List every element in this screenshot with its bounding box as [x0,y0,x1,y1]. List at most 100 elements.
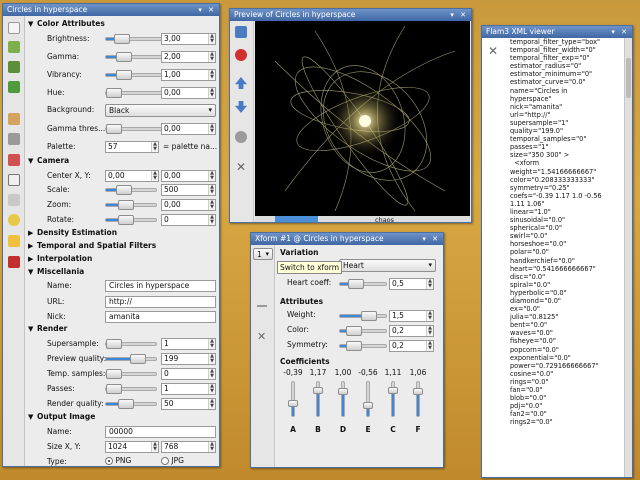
preview-quality-row: Preview quality: 199 ▲ ▼ [26,353,219,365]
section-color-attributes[interactable]: ▼ Color Attributes [28,19,105,28]
palette-spin[interactable]: 57 ▲ ▼ [105,141,159,153]
save-icon[interactable] [8,61,20,73]
xml-line: estimator_minimum="0" [510,70,593,79]
xml-line: linear="1.0" [510,207,551,216]
gamma-threshold-spin[interactable]: 0,00 ▲ ▼ [161,123,216,135]
delete-xform-icon[interactable]: ✕ [257,330,266,343]
exit-icon[interactable] [8,256,20,268]
star-icon[interactable] [8,235,20,247]
coef-slider[interactable] [288,381,298,417]
weight-spin[interactable]: 1,5 ▲ ▼ [389,310,434,322]
save-as-icon[interactable] [8,81,20,93]
jpg-radio[interactable]: JPG [161,456,184,465]
section-camera[interactable]: ▼ Camera [28,156,69,165]
size-y-spin[interactable]: 768 ▲ ▼ [161,441,216,453]
preview-window: Preview of Circles in hyperspace ▾ ✕ ✕ c… [229,8,472,223]
heart-coeff-spin[interactable]: 0,5 ▲ ▼ [389,278,434,290]
section-interpolation[interactable]: ▶ Interpolation [28,254,92,263]
attributes-heading: Attributes [280,297,324,306]
preview-quality-slider[interactable] [105,354,157,364]
variation-combo[interactable]: Heart ▾ [339,259,436,272]
xform-titlebar[interactable]: Xform #1 @ Circles in hyperspace ▾ ✕ [251,233,443,245]
coef-value: 1,00 [334,368,352,377]
url-field[interactable]: http:// [105,296,216,308]
zoom-slider[interactable] [105,200,157,210]
arrow-up-icon[interactable] [235,77,247,89]
copy-icon[interactable] [8,133,20,145]
viewer-titlebar[interactable]: Flam3 XML viewer ▾ ✕ [482,26,632,38]
coef-slider[interactable] [338,381,348,417]
section-render[interactable]: ▼ Render [28,324,67,333]
passes-spin[interactable]: 1 ▲ ▼ [161,383,216,395]
background-combo[interactable]: Black ▾ [105,104,216,117]
coef-slider[interactable] [413,381,423,417]
open-folder-icon[interactable] [8,41,20,53]
close-viewer-icon[interactable]: ✕ [488,44,498,58]
scale-spin[interactable]: 500 ▲ ▼ [161,184,216,196]
output-name-field[interactable]: 00000 [105,426,216,438]
new-file-icon[interactable] [8,22,20,34]
refresh-icon[interactable] [235,26,247,38]
section-miscellania[interactable]: ▼ Miscellania [28,267,84,276]
supersample-spin[interactable]: 1 ▲ ▼ [161,338,216,350]
section-filters[interactable]: ▶ Temporal and Spatial Filters [28,241,156,250]
hue-spin[interactable]: 0,00 ▲ ▼ [161,87,216,99]
nick-field[interactable]: amanita [105,311,216,323]
window-controls[interactable]: ▾ ✕ [198,4,216,16]
rotate-slider[interactable] [105,215,157,225]
coef-slider[interactable] [313,381,323,417]
close-icon[interactable]: ✕ [235,161,247,173]
main-titlebar[interactable]: Circles in hyperspace ▾ ✕ [3,4,219,16]
lightbulb-icon[interactable] [8,214,20,226]
symmetry-spin[interactable]: 0,2 ▲ ▼ [389,340,434,352]
passes-slider[interactable] [105,384,157,394]
render-quality-slider[interactable] [105,399,157,409]
center-x-spin[interactable]: 0,00 ▲ ▼ [105,170,159,182]
preview-toolbar: ✕ [230,21,254,222]
gears-icon[interactable] [235,131,247,143]
render-icon[interactable] [8,194,20,206]
main-title: Circles in hyperspace [7,5,88,14]
xml-line: blob="0.0" [510,394,547,403]
section-output-image[interactable]: ▼ Output Image [28,412,95,421]
temp-samples-spin[interactable]: 0 ▲ ▼ [161,368,216,380]
supersample-row: Supersample: 1 ▲ ▼ [26,338,219,350]
palette-icon[interactable] [8,154,20,166]
coef-slider[interactable] [363,381,373,417]
arrow-down-icon[interactable] [235,101,247,113]
section-density[interactable]: ▶ Density Estimation [28,228,117,237]
coef-slider[interactable] [388,381,398,417]
xml-line: power="0.729166666667" [510,361,599,370]
scale-slider[interactable] [105,185,157,195]
color-spin[interactable]: 0,2 ▲ ▼ [389,325,434,337]
vibrancy-spin[interactable]: 1,00 ▲ ▼ [161,69,216,81]
coef-a: -0,39 A [283,368,302,458]
temp-samples-slider[interactable] [105,369,157,379]
supersample-slider[interactable] [105,339,157,349]
viewer-scrollbar[interactable] [624,38,632,477]
heart-coeff-slider[interactable] [339,279,387,289]
xform-window: Xform #1 @ Circles in hyperspace ▾ ✕ 1 ▾ ✕… [250,232,444,468]
xform-index-combo[interactable]: 1 ▾ [253,248,273,260]
brightness-spin[interactable]: 3,00 ▲ ▼ [161,33,216,45]
preview-titlebar[interactable]: Preview of Circles in hyperspace ▾ ✕ [230,9,471,21]
color-slider[interactable] [339,326,387,336]
rotate-spin[interactable]: 0 ▲ ▼ [161,214,216,226]
center-y-spin[interactable]: 0,00 ▲ ▼ [161,170,216,182]
size-x-spin[interactable]: 1024 ▲ ▼ [105,441,159,453]
play-icon[interactable] [8,174,20,186]
gamma-spin[interactable]: 2,00 ▲ ▼ [161,51,216,63]
remove-xform-icon[interactable] [257,305,267,307]
weight-slider[interactable] [339,311,387,321]
png-radio[interactable]: PNG [105,456,131,465]
symmetry-slider[interactable] [339,341,387,351]
zoom-spin[interactable]: 0,00 ▲ ▼ [161,199,216,211]
render-quality-spin[interactable]: 50 ▲ ▼ [161,398,216,410]
preview-quality-spin[interactable]: 199 ▲ ▼ [161,353,216,365]
coef-d: 1,00 D [335,368,352,458]
randomize-icon[interactable] [8,113,20,125]
coef-c: 1,11 C [385,368,402,458]
name-field[interactable]: Circles in hyperspace [105,280,216,292]
scrollbar-thumb[interactable] [626,58,631,98]
stop-icon[interactable] [235,49,247,61]
